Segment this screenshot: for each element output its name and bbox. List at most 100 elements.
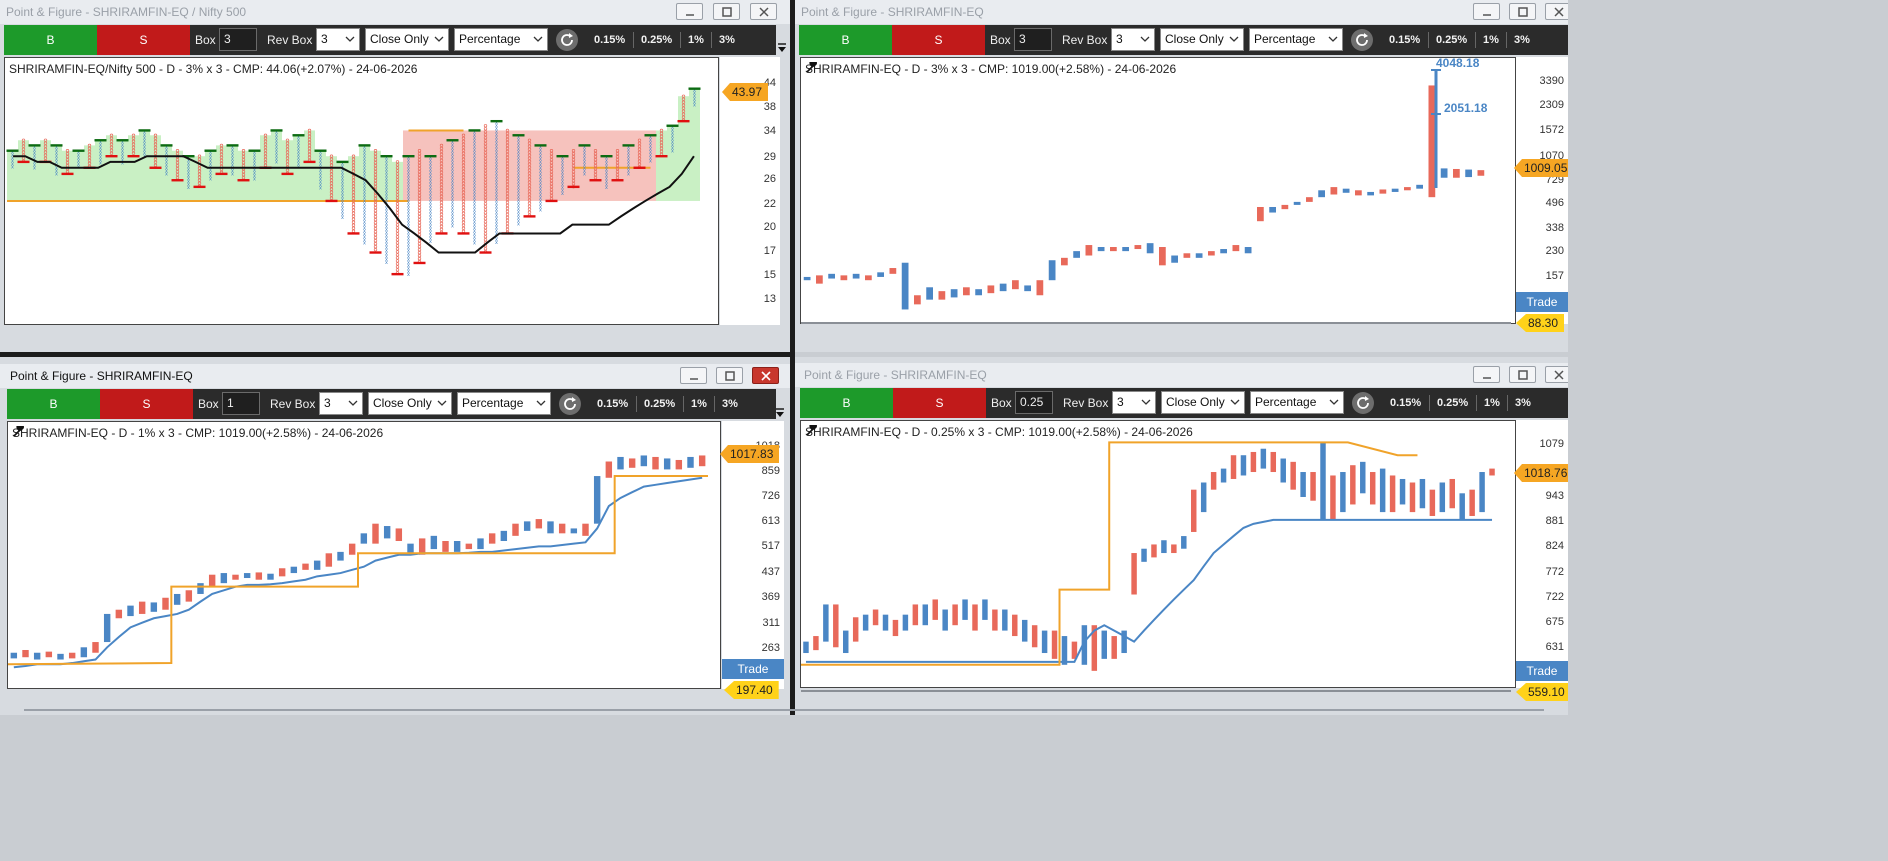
scale-select[interactable]: Percentage — [1249, 28, 1343, 51]
o-column — [1111, 636, 1117, 659]
minimize-button[interactable] — [676, 3, 703, 20]
refresh-icon[interactable] — [559, 393, 581, 415]
maximize-button[interactable] — [1509, 3, 1536, 20]
scale-select[interactable]: Percentage — [454, 28, 548, 51]
trade-button[interactable]: Trade — [1516, 292, 1568, 312]
workspace-scrollbar[interactable] — [24, 709, 1544, 711]
scale-select[interactable]: Percentage — [457, 392, 551, 415]
close-button[interactable] — [1545, 3, 1568, 20]
toolbar-more-icon[interactable] — [775, 408, 785, 418]
minimize-button[interactable] — [1473, 3, 1500, 20]
window-titlebar[interactable]: Point & Figure - SHRIRAMFIN-EQ / Nifty 5… — [0, 0, 790, 24]
box-label: Box — [990, 33, 1011, 47]
o-mark — [461, 217, 466, 221]
method-select[interactable]: Close Only — [1160, 28, 1244, 51]
refresh-icon[interactable] — [1352, 392, 1374, 414]
x-column-bar — [1465, 169, 1472, 178]
pct-option-3[interactable]: 3% — [1506, 25, 1530, 55]
x-column-bar — [1122, 247, 1129, 252]
minimize-button[interactable] — [680, 367, 707, 384]
sell-button[interactable]: S — [97, 25, 190, 55]
refresh-icon[interactable] — [1351, 29, 1373, 51]
pct-option-1[interactable]: 1% — [1475, 25, 1499, 55]
method-select[interactable]: Close Only — [1161, 391, 1245, 414]
close-button[interactable] — [1545, 366, 1568, 383]
wrench-icon[interactable] — [805, 425, 819, 437]
rev-box-select[interactable]: 3 — [319, 392, 363, 415]
pct-option-0-25[interactable]: 0.25% — [635, 389, 675, 419]
sell-button[interactable]: S — [893, 388, 986, 418]
maximize-button[interactable] — [1509, 366, 1536, 383]
window-titlebar[interactable]: Point & Figure - SHRIRAMFIN-EQ — [0, 364, 790, 388]
horizontal-scrollbar[interactable] — [801, 322, 1511, 324]
buy-button[interactable]: B — [7, 389, 100, 419]
window-titlebar[interactable]: Point & Figure - SHRIRAMFIN-EQ — [795, 363, 1568, 387]
o-column-bar — [1350, 465, 1356, 505]
o-column — [1230, 455, 1237, 479]
maximize-button[interactable] — [716, 367, 743, 384]
o-mark — [439, 212, 444, 217]
pct-option-0-25[interactable]: 0.25% — [1427, 25, 1467, 55]
rev-box-select[interactable]: 3 — [1111, 28, 1155, 51]
method-select[interactable]: Close Only — [368, 392, 452, 415]
minimize-button[interactable] — [1473, 366, 1500, 383]
o-mark — [439, 218, 444, 223]
pct-option-0-15[interactable]: 0.15% — [1389, 25, 1420, 55]
toolbar-more-icon[interactable] — [777, 43, 787, 53]
x-column: xxxxxxxxxx — [231, 144, 234, 177]
window-titlebar[interactable]: Point & Figure - SHRIRAMFIN-EQ — [795, 0, 1568, 24]
maximize-button[interactable] — [713, 3, 740, 20]
pf-chart-area[interactable]: SHRIRAMFIN-EQ - D - 1% x 3 - CMP: 1019.0… — [7, 421, 721, 689]
pct-option-0-25[interactable]: 0.25% — [1428, 388, 1468, 418]
x-column-bar — [1171, 255, 1178, 263]
wrench-icon[interactable] — [805, 62, 819, 74]
box-size-input[interactable]: 1 — [222, 392, 260, 415]
trade-button[interactable]: Trade — [1516, 661, 1568, 681]
pct-option-0-25[interactable]: 0.25% — [632, 25, 672, 55]
pct-option-0-15[interactable]: 0.15% — [597, 389, 628, 419]
trade-button[interactable]: Trade — [722, 659, 784, 679]
pct-option-3[interactable]: 3% — [714, 389, 738, 419]
pct-option-3[interactable]: 3% — [1507, 388, 1531, 418]
pf-chart-svg: xxxxxxxxxxxxxxxxxxxxxxxxxxxxxxxxxxxxxxxx… — [6, 87, 701, 278]
o-column — [278, 568, 286, 577]
scale-select[interactable]: Percentage — [1250, 391, 1344, 414]
close-button[interactable] — [752, 367, 779, 384]
buy-button[interactable]: B — [800, 388, 893, 418]
pane-divider-vertical[interactable] — [790, 0, 795, 715]
o-column-bar — [1389, 475, 1396, 513]
box-size-input[interactable]: 0.25 — [1015, 391, 1053, 414]
pane-divider-horizontal[interactable] — [0, 352, 790, 357]
wrench-icon[interactable] — [12, 426, 26, 438]
o-column — [1449, 478, 1455, 509]
horizontal-scrollbar[interactable] — [801, 690, 1511, 692]
rev-box-select[interactable]: 3 — [1112, 391, 1156, 414]
pf-chart-area[interactable]: SHRIRAMFIN-EQ - D - 0.25% x 3 - CMP: 101… — [800, 420, 1516, 688]
pct-option-3[interactable]: 3% — [711, 25, 735, 55]
box-size-input[interactable]: 3 — [1014, 28, 1052, 51]
pf-chart-area[interactable]: 4048.18 2051.18 SHRIRAMFIN-EQ - D - 3% x … — [800, 57, 1516, 324]
refresh-icon[interactable] — [556, 29, 578, 51]
o-column-bar — [1469, 489, 1475, 516]
pct-option-1[interactable]: 1% — [1476, 388, 1500, 418]
sell-button[interactable]: S — [892, 25, 985, 55]
pct-option-1[interactable]: 1% — [683, 389, 707, 419]
rev-box-select[interactable]: 3 — [316, 28, 360, 51]
pct-option-1[interactable]: 1% — [680, 25, 704, 55]
x-mark: x — [275, 159, 278, 165]
y-tick-label: 881 — [1545, 515, 1564, 527]
o-column-bar — [1409, 482, 1416, 513]
x-column-bar — [1459, 493, 1465, 520]
close-button[interactable] — [750, 3, 777, 20]
x-column-bar — [901, 262, 909, 310]
pct-option-0-15[interactable]: 0.15% — [1390, 388, 1421, 418]
box-size-input[interactable]: 3 — [219, 28, 257, 51]
buy-button[interactable]: B — [799, 25, 892, 55]
pct-option-0-15[interactable]: 0.15% — [594, 25, 625, 55]
buy-button[interactable]: B — [4, 25, 97, 55]
method-select[interactable]: Close Only — [365, 28, 449, 51]
pf-chart-area[interactable]: xxxxxxxxxxxxxxxxxxxxxxxxxxxxxxxxxxxxxxxx… — [4, 57, 719, 325]
o-mark — [505, 227, 510, 232]
o-mark — [505, 209, 510, 214]
sell-button[interactable]: S — [100, 389, 193, 419]
